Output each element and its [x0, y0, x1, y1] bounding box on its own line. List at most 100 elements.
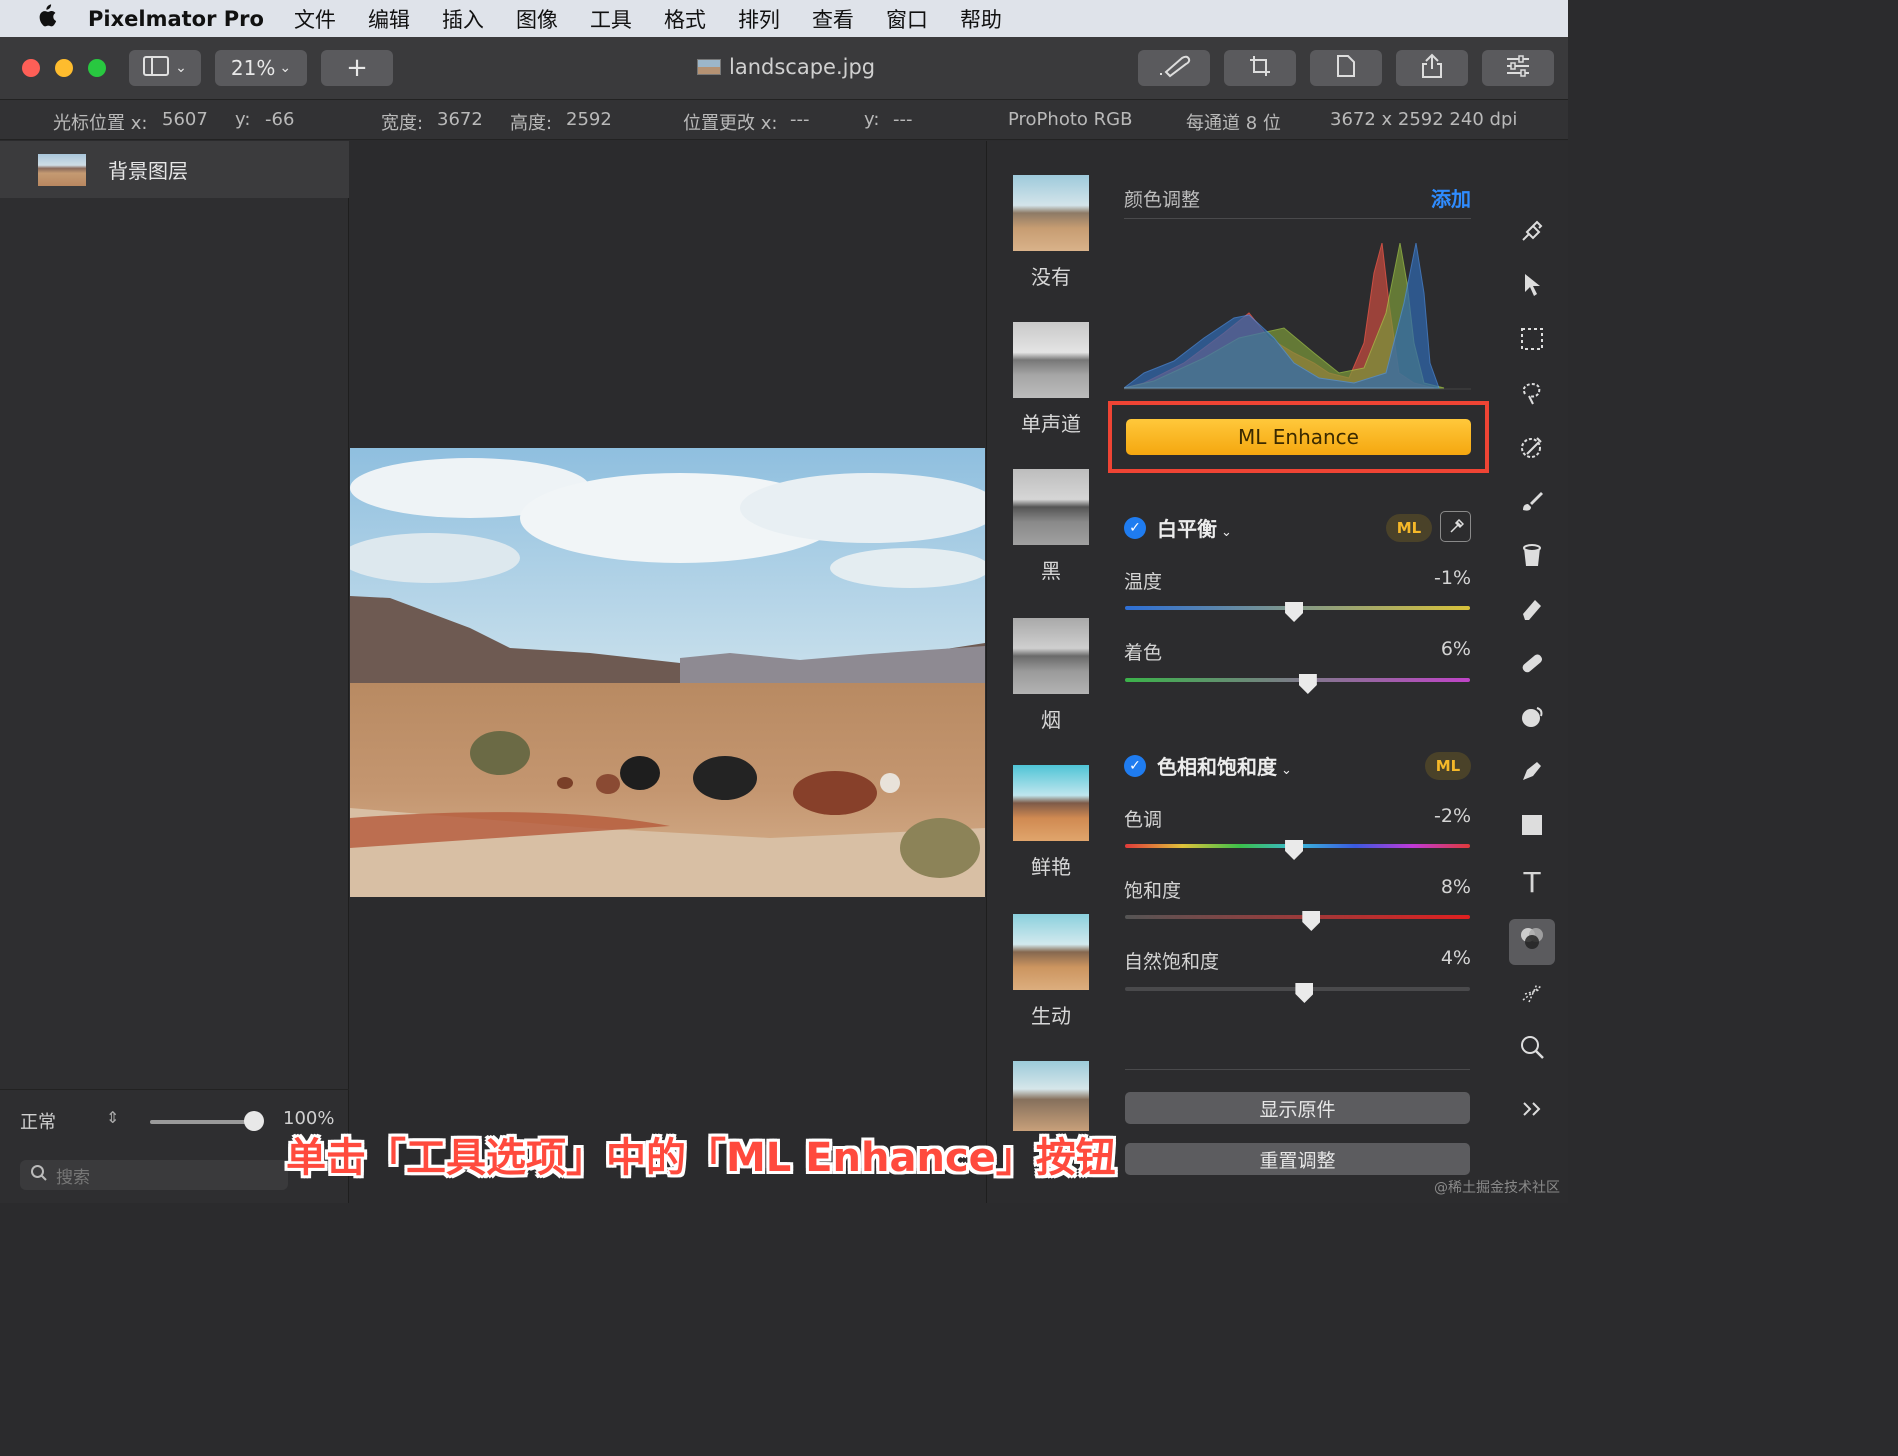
zoom-select[interactable]: 21% ⌄	[215, 50, 307, 86]
ml-enhance-button[interactable]: ML Enhance	[1126, 419, 1471, 455]
reset-adjustments-button[interactable]: 重置调整	[1125, 1143, 1470, 1175]
paint-tool[interactable]	[1509, 481, 1555, 527]
menu-tools[interactable]: 工具	[590, 4, 632, 34]
shape-tool[interactable]	[1509, 805, 1555, 851]
preset-smoke[interactable]: 烟	[1013, 618, 1089, 733]
opacity-slider-knob[interactable]	[244, 1111, 264, 1131]
show-original-button[interactable]: 显示原件	[1125, 1092, 1470, 1124]
menu-file[interactable]: 文件	[294, 4, 336, 34]
paint-style-tool[interactable]	[1509, 211, 1555, 257]
format-button[interactable]	[1310, 50, 1382, 86]
saturation-slider-knob[interactable]	[1302, 911, 1321, 931]
bandage-icon	[1519, 650, 1545, 682]
menu-arrange[interactable]: 排列	[738, 4, 780, 34]
type-tool[interactable]: T	[1509, 859, 1555, 905]
white-balance-checkbox[interactable]: ✓	[1124, 517, 1146, 539]
hue-slider-knob[interactable]	[1285, 840, 1304, 860]
color-profile: ProPhoto RGB	[1008, 109, 1133, 130]
canvas-area[interactable]	[350, 141, 985, 1203]
tint-value: 6%	[1440, 638, 1471, 660]
zoom-window-button[interactable]	[88, 59, 106, 77]
preset-thumbnail	[1013, 765, 1089, 841]
menu-window[interactable]: 窗口	[886, 4, 928, 34]
preset-vivid[interactable]: 鲜艳	[1013, 765, 1089, 880]
position-x-label: 位置更改 x:	[683, 113, 778, 134]
preset-thumbnail	[1013, 175, 1089, 251]
crop-button[interactable]	[1224, 50, 1296, 86]
retouch-tool[interactable]	[1509, 643, 1555, 689]
position-x-value: ---	[790, 109, 810, 130]
lasso-tool[interactable]	[1509, 373, 1555, 419]
temperature-value: -1%	[1434, 567, 1471, 589]
arrange-tool[interactable]	[1509, 265, 1555, 311]
sidebar-toggle-button[interactable]: ⌄	[129, 50, 201, 86]
saturation-slider[interactable]	[1125, 915, 1470, 919]
saturation-label: 饱和度	[1124, 880, 1182, 902]
hue-value: -2%	[1434, 805, 1471, 827]
layer-search-input[interactable]: 搜索	[20, 1160, 288, 1190]
tint-label: 着色	[1124, 642, 1163, 664]
preset-lively[interactable]: 生动	[1013, 914, 1089, 1029]
zoom-value: 21%	[230, 56, 276, 80]
color-picker-icon	[1519, 434, 1545, 466]
hue-saturation-ml-badge[interactable]: ML	[1425, 752, 1471, 780]
menu-help[interactable]: 帮助	[960, 4, 1002, 34]
blend-mode-select[interactable]: 正常	[20, 1108, 56, 1134]
add-adjustment-button[interactable]: 添加	[1431, 183, 1471, 212]
white-balance-title[interactable]: 白平衡 ⌄	[1157, 513, 1232, 542]
menu-image[interactable]: 图像	[516, 4, 558, 34]
apple-icon[interactable]	[24, 4, 68, 33]
color-select-tool[interactable]	[1509, 427, 1555, 473]
markup-button[interactable]	[1138, 50, 1210, 86]
distort-tool[interactable]	[1509, 697, 1555, 743]
menu-edit[interactable]: 编辑	[368, 4, 410, 34]
menu-insert[interactable]: 插入	[442, 4, 484, 34]
saturation-value: 8%	[1440, 876, 1471, 898]
preset-label: 烟	[1041, 708, 1061, 732]
hue-saturation-title[interactable]: 色相和饱和度 ⌄	[1157, 751, 1292, 780]
layer-name: 背景图层	[108, 159, 188, 183]
arrow-icon	[1522, 272, 1542, 304]
preset-partial[interactable]	[1013, 1061, 1089, 1131]
tool-options-button[interactable]	[1482, 50, 1554, 86]
layer-row[interactable]: 背景图层	[0, 141, 349, 198]
height-label: 高度:	[510, 113, 553, 134]
add-button[interactable]: +	[321, 50, 393, 86]
effects-tool[interactable]	[1509, 973, 1555, 1019]
chevron-down-icon: ⌄	[175, 60, 187, 76]
vibrance-value: 4%	[1440, 947, 1471, 969]
white-balance-eyedropper-button[interactable]	[1440, 511, 1471, 542]
color-adjust-tool[interactable]	[1509, 919, 1555, 965]
paint-style-icon	[1519, 218, 1545, 250]
menu-format[interactable]: 格式	[664, 4, 706, 34]
preset-black[interactable]: 黑	[1013, 469, 1089, 584]
landscape-image[interactable]	[350, 448, 985, 897]
preset-none[interactable]: 没有	[1013, 175, 1089, 290]
more-tools-button[interactable]	[1509, 1087, 1555, 1133]
preset-label: 没有	[1031, 265, 1071, 289]
tint-slider[interactable]	[1125, 678, 1470, 682]
share-button[interactable]	[1396, 50, 1468, 86]
close-window-button[interactable]	[22, 59, 40, 77]
rect-select-icon	[1520, 327, 1544, 357]
updown-chevron-icon[interactable]: ⇕	[106, 1108, 119, 1127]
erase-tool[interactable]	[1509, 589, 1555, 635]
preset-label: 生动	[1031, 1004, 1071, 1028]
vibrance-slider-knob[interactable]	[1295, 983, 1314, 1003]
preset-label: 黑	[1041, 559, 1061, 583]
hue-saturation-checkbox[interactable]: ✓	[1124, 755, 1146, 777]
vibrance-label: 自然饱和度	[1124, 951, 1220, 973]
zoom-tool[interactable]	[1509, 1027, 1555, 1073]
rect-select-tool[interactable]	[1509, 319, 1555, 365]
white-balance-ml-badge[interactable]: ML	[1386, 514, 1432, 542]
app-menu[interactable]: Pixelmator Pro	[88, 7, 264, 31]
fill-tool[interactable]	[1509, 535, 1555, 581]
minimize-window-button[interactable]	[55, 59, 73, 77]
opacity-slider[interactable]	[150, 1120, 258, 1124]
tint-slider-knob[interactable]	[1298, 674, 1317, 694]
preset-mono[interactable]: 单声道	[1013, 322, 1089, 437]
temperature-slider-knob[interactable]	[1285, 602, 1304, 622]
menu-view[interactable]: 查看	[812, 4, 854, 34]
white-balance-header: ✓ 白平衡 ⌄ ML	[1124, 511, 1471, 543]
pen-tool[interactable]	[1509, 751, 1555, 797]
